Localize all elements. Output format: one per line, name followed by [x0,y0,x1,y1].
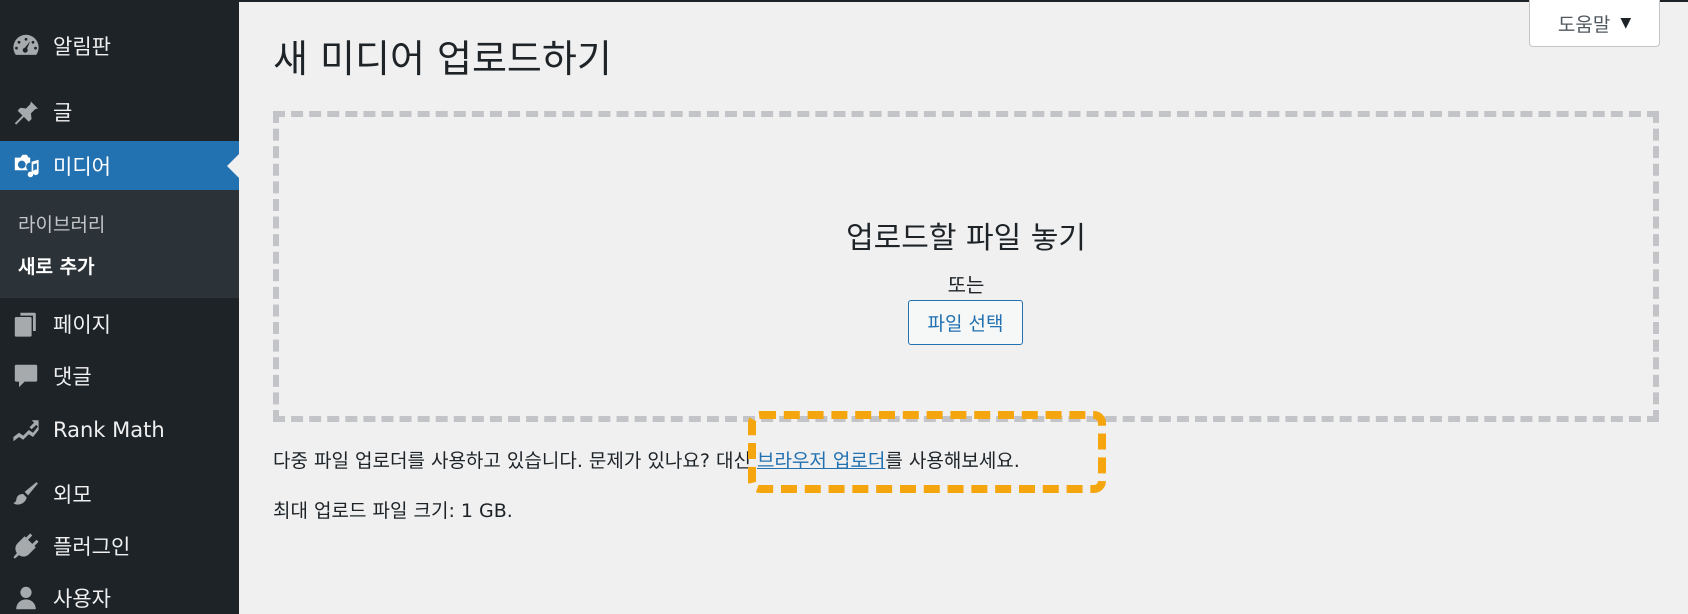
brush-icon [12,480,40,508]
page-title: 새 미디어 업로드하기 [273,37,612,81]
sidebar-item-label: 글 [53,101,73,125]
dashboard-icon [12,32,40,60]
browser-uploader-link[interactable]: 브라우저 업로더 [757,450,885,472]
active-indicator [227,153,239,178]
sidebar-item-label: 미디어 [53,154,111,179]
comment-icon [12,362,40,390]
admin-bar-edge [239,0,1688,2]
sidebar-item-label: 댓글 [53,365,92,389]
sidebar-item-comments[interactable]: 댓글 [0,352,239,400]
sidebar-item-label: 알림판 [53,35,111,59]
sidebar-item-posts[interactable]: 글 [0,88,239,136]
sidebar-item-label: 페이지 [53,313,111,337]
media-icon [12,152,40,180]
drop-zone-title: 업로드할 파일 놓기 [846,221,1086,256]
drop-zone-or: 또는 [947,273,985,297]
sidebar-item-label: 플러그인 [53,535,131,559]
sidebar-item-label: Rank Math [53,418,165,442]
admin-sidebar: 알림판 글 미디어 라이브러리 새로 추가 페이지 댓글 Rank Math 외… [0,0,239,614]
sidebar-item-label: 사용자 [53,587,111,611]
sidebar-item-plugins[interactable]: 플러그인 [0,522,239,570]
help-label: 도움말 [1557,13,1611,36]
sidebar-item-media[interactable]: 미디어 [0,141,239,190]
sidebar-item-users[interactable]: 사용자 [0,574,239,614]
sidebar-item-dashboard[interactable]: 알림판 [0,22,239,70]
submenu-item-add-new[interactable]: 새로 추가 [18,252,95,279]
upload-drop-zone[interactable]: 업로드할 파일 놓기 또는 파일 선택 [273,111,1659,422]
sidebar-item-rank-math[interactable]: Rank Math [0,406,239,454]
caret-down-icon: ▼ [1620,15,1632,31]
uploader-info: 다중 파일 업로더를 사용하고 있습니다. 문제가 있나요? 대신 브라우저 업… [273,446,1020,473]
select-files-button[interactable]: 파일 선택 [908,300,1023,345]
plugin-icon [12,532,40,560]
submenu-item-library[interactable]: 라이브러리 [18,210,105,237]
sidebar-item-pages[interactable]: 페이지 [0,300,239,348]
help-tab-button[interactable]: 도움말 ▼ [1529,0,1660,47]
pages-icon [12,310,40,338]
sidebar-item-label: 외모 [53,483,92,507]
max-upload-size: 최대 업로드 파일 크기: 1 GB. [273,500,513,522]
sidebar-item-appearance[interactable]: 외모 [0,470,239,518]
uploader-info-suffix: 를 사용해보세요. [885,450,1020,472]
rankmath-icon [12,416,40,444]
uploader-info-prefix: 다중 파일 업로더를 사용하고 있습니다. 문제가 있나요? 대신 [273,450,757,472]
pin-icon [12,98,40,126]
user-icon [12,584,40,612]
media-submenu: 라이브러리 새로 추가 [0,190,239,298]
